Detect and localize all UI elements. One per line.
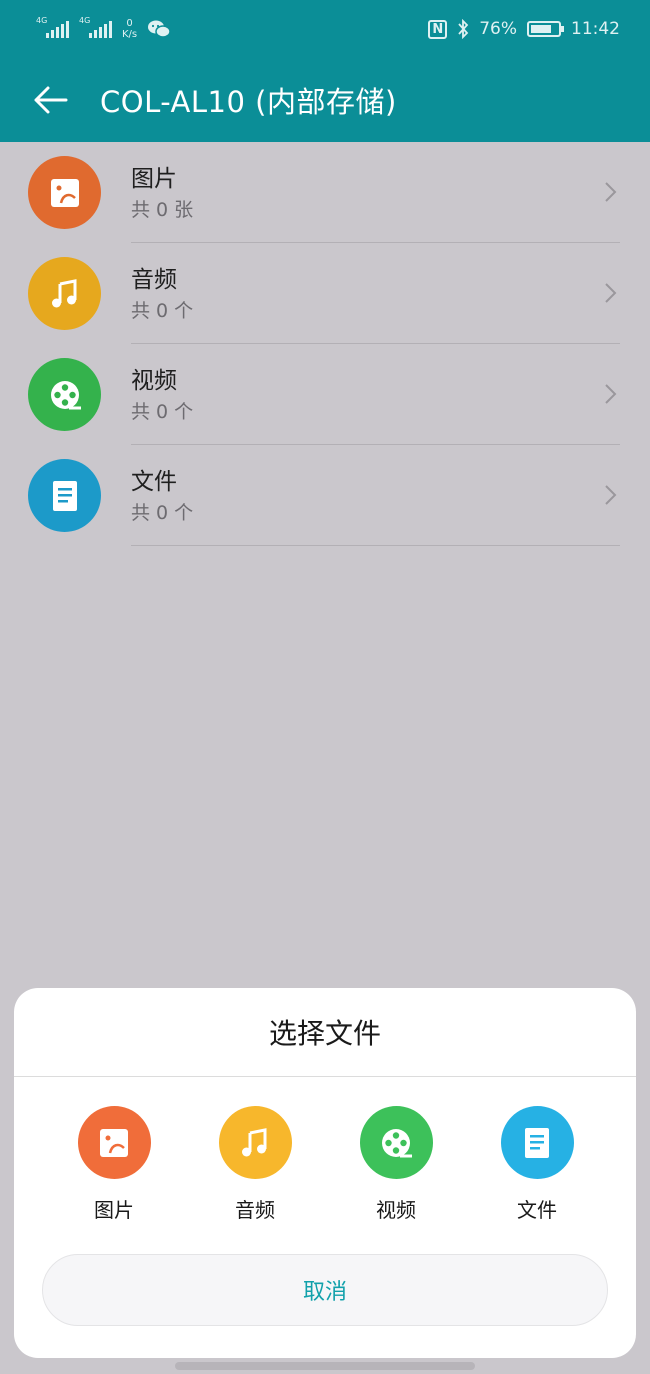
chevron-right-icon bbox=[605, 485, 617, 505]
status-right: N 76% 11:42 bbox=[428, 19, 620, 39]
nfc-icon: N bbox=[428, 19, 448, 39]
option-label: 文件 bbox=[517, 1198, 557, 1222]
arrow-left-icon bbox=[34, 86, 68, 114]
category-icon-circle bbox=[28, 358, 101, 431]
image-icon bbox=[100, 1128, 128, 1157]
category-icon-circle bbox=[28, 459, 101, 532]
select-file-sheet: 选择文件 图片 音频 视频 文件 取消 bbox=[14, 988, 636, 1358]
category-icon-circle bbox=[28, 257, 101, 330]
option-label: 图片 bbox=[94, 1198, 134, 1222]
network-speed-value: 0 bbox=[126, 18, 133, 29]
chevron-right-icon bbox=[605, 182, 617, 202]
signal-network-tag: 4G bbox=[36, 16, 48, 25]
option-audio[interactable]: 音频 bbox=[205, 1106, 305, 1223]
option-video[interactable]: 视频 bbox=[346, 1106, 446, 1223]
battery-percent: 76% bbox=[479, 19, 517, 39]
category-count: 共 0 个 bbox=[131, 300, 194, 322]
back-button[interactable] bbox=[0, 58, 100, 142]
category-icon-circle bbox=[28, 156, 101, 229]
document-icon bbox=[52, 480, 77, 511]
option-files[interactable]: 文件 bbox=[487, 1106, 587, 1223]
signal-network-tag: 4G bbox=[79, 16, 91, 25]
page-title: COL-AL10 (内部存储) bbox=[100, 85, 397, 119]
list-item-audio[interactable]: 音频 共 0 个 bbox=[0, 243, 650, 344]
document-icon bbox=[525, 1127, 549, 1158]
category-name: 文件 bbox=[131, 469, 177, 495]
signal-strength-icon: 4G bbox=[79, 16, 112, 38]
bluetooth-icon bbox=[458, 19, 469, 39]
category-count: 共 0 张 bbox=[131, 199, 194, 221]
option-icon-circle bbox=[77, 1106, 151, 1179]
category-count: 共 0 个 bbox=[131, 502, 194, 524]
list-item-text: 文件 共 0 个 bbox=[131, 467, 193, 527]
battery-fill bbox=[531, 25, 551, 33]
status-bar: 4G 4G 0 K/s N 76% 11:42 bbox=[0, 0, 650, 58]
option-icon-circle bbox=[500, 1106, 574, 1179]
home-indicator bbox=[175, 1362, 475, 1370]
signal-strength-icon: 4G bbox=[36, 16, 69, 38]
list-item-files[interactable]: 文件 共 0 个 bbox=[0, 445, 650, 546]
film-reel-icon bbox=[50, 380, 81, 409]
status-left: 4G 4G 0 K/s bbox=[36, 16, 171, 40]
music-note-icon bbox=[51, 278, 76, 307]
network-speed: 0 K/s bbox=[122, 18, 137, 40]
category-name: 视频 bbox=[131, 368, 177, 394]
option-label: 音频 bbox=[235, 1198, 275, 1222]
option-images[interactable]: 图片 bbox=[64, 1106, 164, 1223]
film-reel-icon bbox=[382, 1128, 412, 1157]
list-item-images[interactable]: 图片 共 0 张 bbox=[0, 142, 650, 243]
list-item-text: 音频 共 0 个 bbox=[131, 265, 193, 325]
sheet-title: 选择文件 bbox=[268, 1017, 381, 1050]
list-item-text: 图片 共 0 张 bbox=[131, 164, 193, 224]
music-note-icon bbox=[242, 1127, 267, 1156]
list-item-text: 视频 共 0 个 bbox=[131, 366, 193, 426]
image-icon bbox=[50, 178, 79, 207]
clock: 11:42 bbox=[571, 19, 620, 39]
app-bar: COL-AL10 (内部存储) bbox=[0, 58, 650, 142]
cancel-button[interactable]: 取消 bbox=[42, 1254, 608, 1326]
network-speed-unit: K/s bbox=[122, 29, 138, 40]
option-icon-circle bbox=[359, 1106, 433, 1179]
category-name: 图片 bbox=[131, 166, 177, 192]
file-type-options: 图片 音频 视频 文件 bbox=[14, 1106, 636, 1222]
option-label: 视频 bbox=[376, 1198, 416, 1222]
list-divider bbox=[131, 545, 620, 546]
option-icon-circle bbox=[218, 1106, 292, 1179]
chevron-right-icon bbox=[605, 384, 617, 404]
wechat-icon bbox=[148, 20, 171, 38]
chevron-right-icon bbox=[605, 283, 617, 303]
sheet-divider bbox=[14, 1076, 636, 1077]
battery-icon bbox=[527, 21, 564, 37]
category-count: 共 0 个 bbox=[131, 401, 194, 423]
category-list: 图片 共 0 张 音频 共 0 个 视频 共 0 个 文件 共 0 个 bbox=[0, 142, 650, 546]
list-item-video[interactable]: 视频 共 0 个 bbox=[0, 344, 650, 445]
screen: 4G 4G 0 K/s N 76% 11:42 COL-AL10 (内部存储) … bbox=[0, 0, 650, 1374]
category-name: 音频 bbox=[131, 267, 177, 293]
